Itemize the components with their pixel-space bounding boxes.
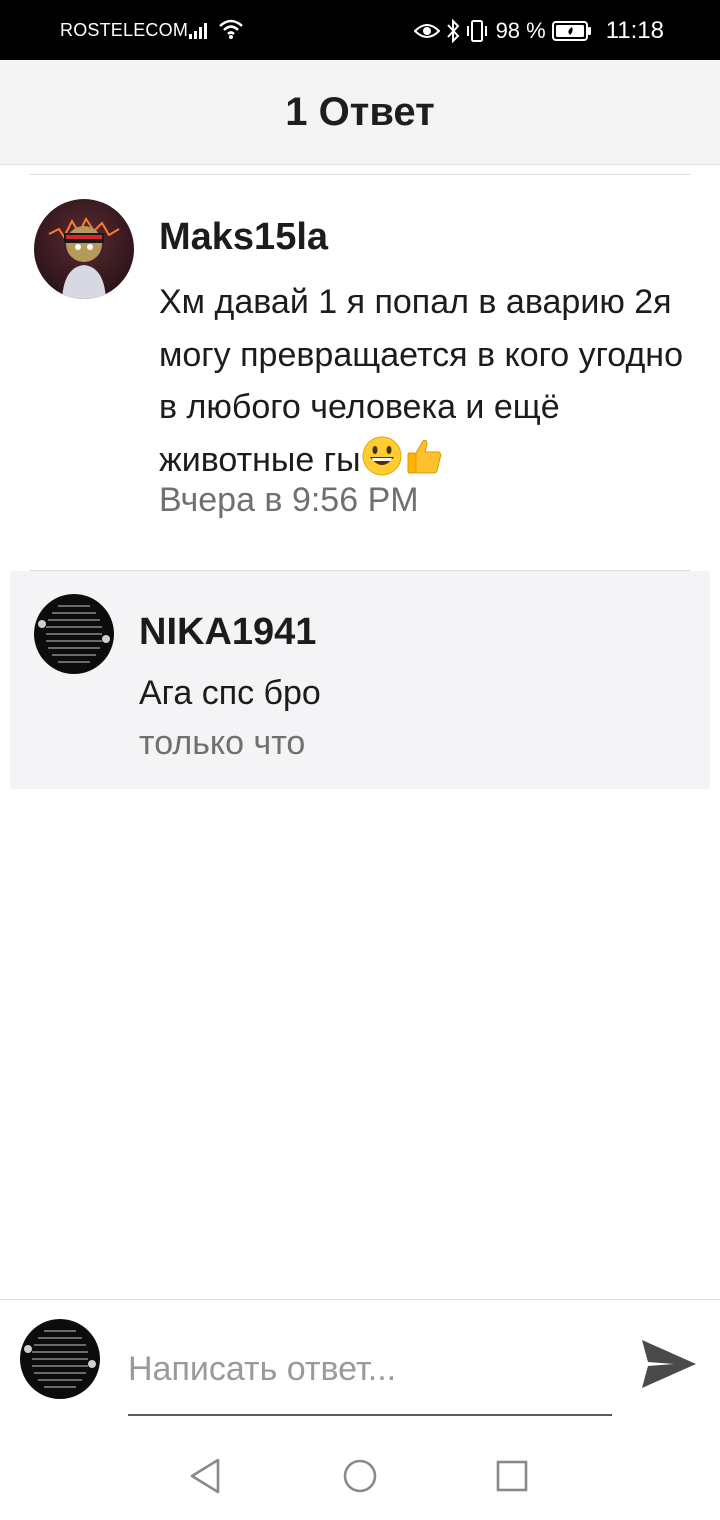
comment-author[interactable]: Maks15la [159, 216, 328, 259]
reply-bar [0, 1299, 720, 1430]
avatar[interactable] [34, 594, 114, 674]
bluetooth-icon [446, 19, 460, 43]
comment-item: Maks15la Хм давай 1 я попал в аварию 2я … [0, 176, 720, 556]
carrier-name: ROSTELECOM [60, 20, 189, 40]
status-right-group: 98 % 11:18 [413, 17, 664, 45]
clock: 11:18 [605, 17, 664, 44]
current-user-avatar [20, 1319, 100, 1399]
comment-timestamp: только что [139, 724, 306, 762]
comment-text: Хм давай 1 я попал в аварию 2я могу прев… [159, 276, 689, 486]
app-header: 1 Ответ [0, 60, 720, 165]
page-title: 1 Ответ [285, 89, 435, 134]
recents-icon[interactable] [490, 1454, 534, 1498]
avatar[interactable] [34, 199, 134, 299]
signal-icon [188, 20, 212, 40]
battery-percent: 98 % [495, 18, 546, 43]
eye-icon [413, 22, 440, 40]
comment-item-highlighted: NIKA1941 Ага спс бро только что [10, 571, 710, 789]
wifi-icon [218, 18, 244, 40]
system-nav-bar [0, 1430, 720, 1520]
thumbs-up-emoji [403, 435, 445, 477]
send-button[interactable] [638, 1336, 700, 1392]
comment-timestamp: Вчера в 9:56 PM [159, 481, 419, 519]
back-icon[interactable] [184, 1454, 228, 1498]
vibrate-icon [466, 19, 488, 43]
home-icon[interactable] [338, 1454, 382, 1498]
status-bar: ROSTELECOM 98 % 11:18 [0, 0, 720, 60]
send-icon [642, 1340, 696, 1388]
divider [30, 174, 690, 175]
comment-text: Ага спс бро [139, 674, 321, 712]
battery-icon [551, 20, 592, 42]
reply-input[interactable] [128, 1338, 612, 1416]
comment-author[interactable]: NIKA1941 [139, 611, 316, 654]
grinning-face-emoji [361, 435, 403, 477]
